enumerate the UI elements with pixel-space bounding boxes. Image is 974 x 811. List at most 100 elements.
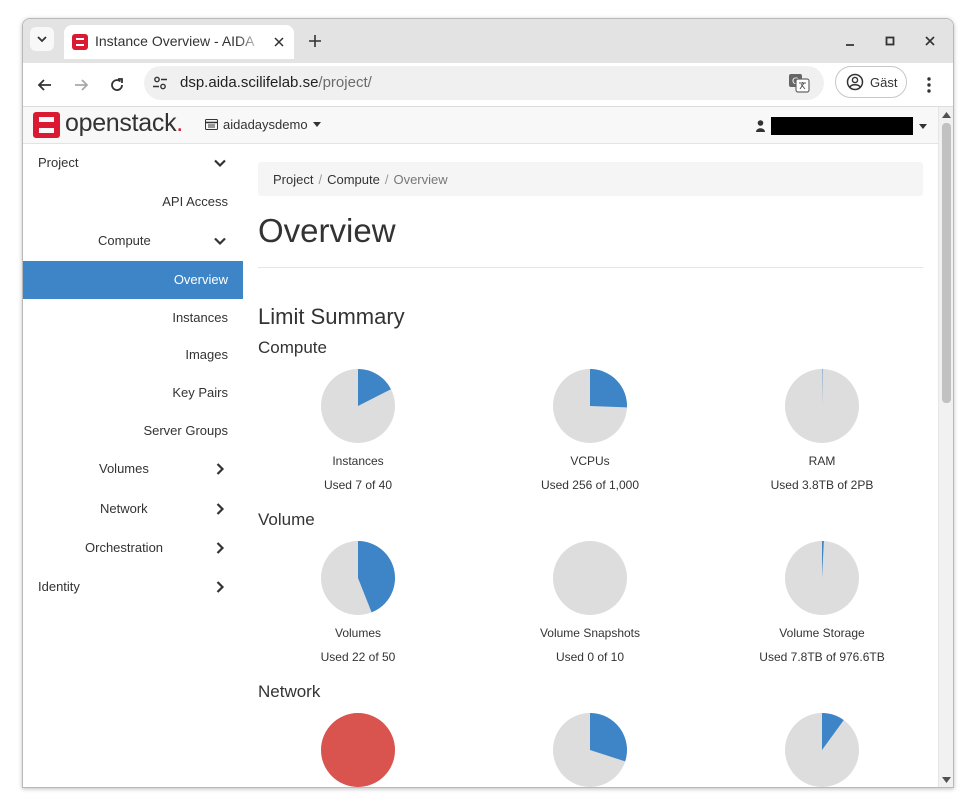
pie-usage-text: Used 7.8TB of 976.6TB [759,650,885,664]
tab-title: Instance Overview - AIDA [95,33,255,49]
pie-used-slice [321,713,395,787]
sidebar-item-label: Compute [98,233,151,248]
reload-icon [111,78,123,91]
pie-usage-text: Used 0 of 10 [555,650,625,664]
profile-button[interactable]: Gäst [835,66,907,98]
sidebar-item-identity[interactable]: Identity [23,568,243,606]
pie-label: RAM [808,454,836,468]
browser-tab-active[interactable]: Instance Overview - AIDA [64,25,294,59]
sidebar-item-overview[interactable]: Overview [23,261,243,299]
arrow-right-icon [75,79,89,91]
sidebar-item-label: Server Groups [143,423,228,438]
pie-label: Volume Snapshots [539,626,641,640]
browser-toolbar: dsp.aida.scilifelab.se/project/ G Gäst [23,63,953,106]
sidebar-item-project[interactable]: Project [23,144,243,182]
pie-chart-cell [258,712,458,787]
pie-chart [785,541,859,615]
tune-icon [153,76,167,90]
sidebar-item-label: Volumes [99,461,149,476]
page-scrollbar[interactable] [938,107,953,787]
caret-down-icon [919,123,927,129]
browser-window: Instance Overview - AIDA dsp.aida.scilif… [22,18,954,788]
maximize-button[interactable] [878,29,902,53]
server-icon [205,119,218,130]
breadcrumb-compute[interactable]: Compute [327,172,380,187]
openstack-favicon-icon [72,34,88,50]
breadcrumb-current: Overview [393,172,448,187]
sidebar-item-network[interactable]: Network [23,490,243,528]
logo-word: openstack [65,109,177,137]
scrollbar-thumb[interactable] [942,123,951,403]
project-selector[interactable]: aidadaysdemo [205,117,321,132]
minimize-button[interactable] [838,29,862,53]
address-bar[interactable]: dsp.aida.scilifelab.se/project/ G [144,66,824,100]
caret-down-icon [312,122,321,127]
close-icon [274,37,284,47]
sidebar-item-instances[interactable]: Instances [23,299,243,337]
sidebar-item-key-pairs[interactable]: Key Pairs [23,374,243,412]
logo-dot: . [176,109,183,137]
pie-chart [321,713,395,787]
forward-button[interactable] [68,72,94,98]
breadcrumb-project[interactable]: Project [273,172,313,187]
sidebar-item-label: Overview [173,272,228,287]
url-text[interactable]: dsp.aida.scilifelab.se/project/ [180,74,372,91]
tab-search-button[interactable] [30,27,54,51]
sidebar-item-compute[interactable]: Compute [23,222,243,260]
sidebar-item-api-access[interactable]: API Access [23,183,243,221]
url-host: dsp.aida.scilifelab.se [180,74,319,91]
openstack-logo-icon[interactable] [33,112,60,138]
pie-usage-text: Used 22 of 50 [320,650,396,664]
pie-chart [321,541,395,615]
pie-chart-cell: VCPUs Used 256 of 1,000 [490,368,690,498]
chevron-right-icon [216,463,225,475]
user-icon [756,120,765,132]
chevron-right-icon [216,503,225,515]
sidebar-item-images[interactable]: Images [23,336,243,374]
pie-chart [785,368,859,443]
reload-button[interactable] [104,72,130,98]
sidebar-item-label: Identity [38,579,80,594]
scroll-down-icon[interactable] [942,776,951,784]
pie-chart-cell [490,712,690,787]
window-close-button[interactable] [918,29,942,53]
group-title-volume: Volume [258,510,315,529]
sidebar-item-orchestration[interactable]: Orchestration [23,529,243,567]
pie-usage-text: Used 256 of 1,000 [540,478,640,492]
tab-close-button[interactable] [269,32,289,52]
tab-strip: Instance Overview - AIDA [23,19,953,63]
scroll-up-icon[interactable] [942,111,951,119]
pie-chart-cell: Volume Snapshots Used 0 of 10 [490,540,690,670]
chevron-down-icon [214,159,226,168]
pie-chart [785,713,859,787]
pie-chart [553,369,627,443]
plus-icon [309,35,321,47]
chevron-right-icon [216,581,225,593]
url-path: /project/ [318,74,372,91]
back-button[interactable] [32,72,58,98]
pie-label: VCPUs [570,454,610,468]
pie-label: Volume Storage [779,626,865,640]
openstack-logo-text[interactable]: openstack. [65,109,183,138]
translate-icon[interactable]: G [788,73,810,93]
sidebar-item-label: Network [100,501,148,516]
limit-summary-title: Limit Summary [258,304,405,329]
pie-chart [553,541,627,615]
page-viewport: openstack. aidadaysdemo Project API Acce… [23,106,953,787]
user-circle-icon [846,73,864,91]
pie-chart-cell: Volumes Used 22 of 50 [258,540,458,670]
pie-chart-cell: RAM Used 3.8TB of 2PB [722,368,922,498]
sidebar-item-server-groups[interactable]: Server Groups [23,412,243,450]
project-name: aidadaysdemo [223,117,308,132]
user-menu[interactable] [756,117,927,135]
browser-menu-button[interactable] [919,73,939,97]
pie-chart-cell: Instances Used 7 of 40 [258,368,458,498]
new-tab-button[interactable] [303,29,327,53]
pie-used-slice [590,369,627,408]
pie-chart [321,369,395,443]
sidebar: Project API Access Compute Overview Inst… [23,144,243,787]
site-settings-button[interactable] [150,73,170,93]
sidebar-item-volumes[interactable]: Volumes [23,450,243,488]
breadcrumb-separator: / [384,172,389,187]
group-title-compute: Compute [258,338,327,357]
